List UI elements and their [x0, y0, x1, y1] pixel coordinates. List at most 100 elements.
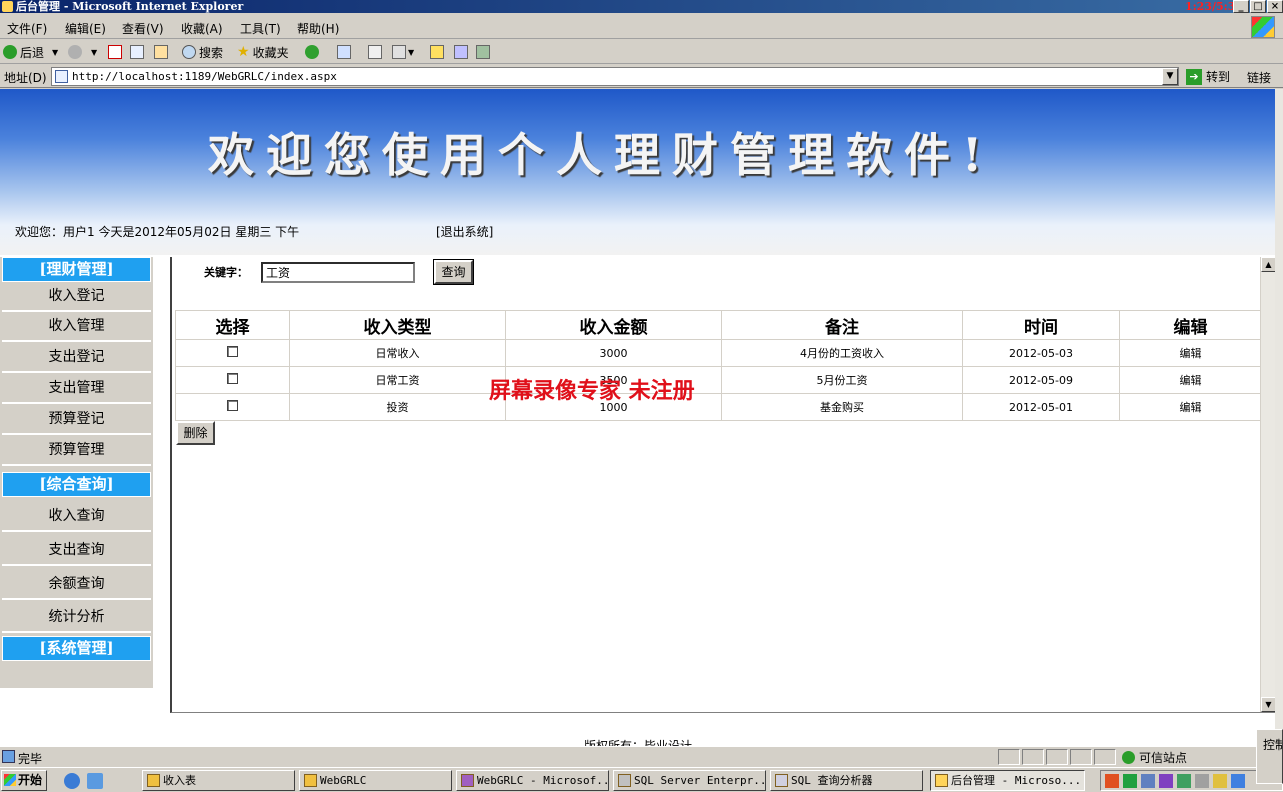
- minimize-button[interactable]: _: [1233, 0, 1249, 13]
- row-checkbox[interactable]: [227, 373, 238, 384]
- address-dropdown-button[interactable]: ▼: [1162, 68, 1178, 85]
- sidebar-item-statistics[interactable]: 统计分析: [2, 603, 151, 633]
- banner-title: 欢迎您使用个人理财管理软件!: [208, 128, 995, 182]
- col-edit: 编辑: [1119, 310, 1262, 340]
- tray-monitor-icon[interactable]: [1141, 774, 1155, 788]
- go-button[interactable]: ➔ 转到: [1186, 68, 1230, 85]
- row-checkbox[interactable]: [227, 400, 238, 411]
- tray-ime-icon[interactable]: [1231, 774, 1245, 788]
- stop-button[interactable]: [106, 43, 124, 61]
- control-popup[interactable]: 控制: [1256, 729, 1283, 784]
- forward-arrow-icon: [68, 45, 82, 59]
- sidebar-item-expense-register[interactable]: 支出登记: [2, 343, 151, 373]
- edit-link[interactable]: 编辑: [1119, 339, 1262, 367]
- task-label: SQL Server Enterpr...: [634, 774, 766, 787]
- scroll-down-icon[interactable]: ▼: [1261, 697, 1275, 712]
- media-button[interactable]: [305, 43, 322, 61]
- back-dropdown-icon: ▼: [52, 47, 59, 57]
- cell-date: 2012-05-09: [962, 366, 1120, 394]
- home-icon: [154, 45, 168, 59]
- task-webgrlc-vs[interactable]: WebGRLC - Microsof...: [456, 770, 609, 791]
- forward-button[interactable]: ▼: [68, 43, 97, 61]
- ie-quicklaunch-icon[interactable]: [64, 773, 80, 789]
- tray-network-icon[interactable]: [1123, 774, 1137, 788]
- tray-s-icon[interactable]: [1105, 774, 1119, 788]
- search-button[interactable]: 搜索: [182, 43, 223, 61]
- print-icon: [392, 45, 406, 59]
- sidebar-item-balance-query[interactable]: 余额查询: [2, 570, 151, 600]
- history-button[interactable]: [335, 43, 353, 61]
- start-button[interactable]: 开始: [1, 770, 47, 791]
- task-webgrlc-folder[interactable]: WebGRLC: [299, 770, 452, 791]
- keyword-input[interactable]: [261, 262, 415, 283]
- task-sql-enterprise[interactable]: SQL Server Enterpr...: [613, 770, 766, 791]
- menu-tools[interactable]: 工具(T): [240, 20, 281, 37]
- print-button[interactable]: ▼: [390, 43, 414, 61]
- start-label: 开始: [18, 773, 43, 787]
- sidebar-item-income-query[interactable]: 收入查询: [2, 502, 151, 532]
- page-scrollbar[interactable]: [1275, 89, 1283, 746]
- cell-type: 投资: [289, 393, 506, 421]
- sql-server-icon: [618, 774, 631, 787]
- menu-help[interactable]: 帮助(H): [297, 20, 339, 37]
- cell-type: 日常收入: [289, 339, 506, 367]
- favorites-button[interactable]: ★ 收藏夹: [237, 43, 289, 61]
- home-button[interactable]: [152, 43, 170, 61]
- address-label: 地址(D): [4, 71, 47, 85]
- refresh-icon: [130, 45, 144, 59]
- mail-button[interactable]: [366, 43, 384, 61]
- sidebar-item-income-manage[interactable]: 收入管理: [2, 312, 151, 342]
- query-button[interactable]: 查询: [433, 259, 474, 285]
- tray-app-icon[interactable]: [1159, 774, 1173, 788]
- forward-dropdown-icon: ▼: [91, 47, 98, 57]
- vs-icon: [461, 774, 474, 787]
- menu-edit[interactable]: 编辑(E): [65, 20, 106, 37]
- menu-file[interactable]: 文件(F): [7, 20, 47, 37]
- logout-link[interactable]: [退出系统]: [436, 223, 493, 240]
- favorites-label: 收藏夹: [252, 45, 289, 60]
- refresh-button[interactable]: [128, 43, 146, 61]
- sidebar-item-expense-manage[interactable]: 支出管理: [2, 374, 151, 404]
- content-scrollbar[interactable]: ▲ ▼: [1260, 257, 1275, 712]
- scroll-up-icon[interactable]: ▲: [1261, 257, 1275, 272]
- tray-security-icon[interactable]: [1213, 774, 1227, 788]
- menu-favorites[interactable]: 收藏(A): [181, 20, 223, 37]
- messenger-button[interactable]: [474, 43, 492, 61]
- sidebar-item-budget-manage[interactable]: 预算管理: [2, 436, 151, 466]
- sidebar-item-budget-register[interactable]: 预算登记: [2, 405, 151, 435]
- desktop-quicklaunch-icon[interactable]: [87, 773, 103, 789]
- col-note: 备注: [721, 310, 963, 340]
- status-text: 完毕: [18, 752, 43, 766]
- maximize-button[interactable]: □: [1250, 0, 1266, 13]
- status-cell: [1022, 749, 1044, 765]
- task-backend-ie[interactable]: 后台管理 - Microso...: [930, 770, 1085, 791]
- tray-recorder-icon[interactable]: [1177, 774, 1191, 788]
- window-title: 后台管理 - Microsoft Internet Explorer: [16, 0, 244, 13]
- delete-button[interactable]: 删除: [176, 421, 215, 445]
- row-checkbox[interactable]: [227, 346, 238, 357]
- row-checkbox-cell: [175, 393, 290, 421]
- window-titlebar[interactable]: 后台管理 - Microsoft Internet Explorer 1:23/…: [0, 0, 1283, 13]
- messenger-icon: [476, 45, 490, 59]
- task-sql-query-analyzer[interactable]: SQL 查询分析器: [770, 770, 923, 791]
- keyword-label: 关键字：: [204, 266, 248, 279]
- edit-link[interactable]: 编辑: [1119, 366, 1262, 394]
- back-label: 后退: [20, 45, 45, 60]
- back-button[interactable]: 后退 ▼: [3, 43, 58, 61]
- close-button[interactable]: ×: [1267, 0, 1283, 13]
- edit-button[interactable]: [428, 43, 446, 61]
- sidebar-item-income-register[interactable]: 收入登记: [2, 282, 151, 312]
- status-cell: [1046, 749, 1068, 765]
- links-button[interactable]: 链接: [1247, 69, 1271, 86]
- menu-view[interactable]: 查看(V): [122, 20, 164, 37]
- task-label: WebGRLC - Microsof...: [477, 774, 609, 787]
- tray-volume-icon[interactable]: [1195, 774, 1209, 788]
- sidebar-item-expense-query[interactable]: 支出查询: [2, 536, 151, 566]
- row-checkbox-cell: [175, 366, 290, 394]
- cell-type: 日常工资: [289, 366, 506, 394]
- task-income-table[interactable]: 收入表: [142, 770, 295, 791]
- discuss-button[interactable]: [452, 43, 470, 61]
- address-input[interactable]: http://localhost:1189/WebGRLC/index.aspx: [51, 67, 1179, 86]
- recorder-watermark: 屏幕录像专家 未注册: [489, 378, 695, 404]
- edit-link[interactable]: 编辑: [1119, 393, 1262, 421]
